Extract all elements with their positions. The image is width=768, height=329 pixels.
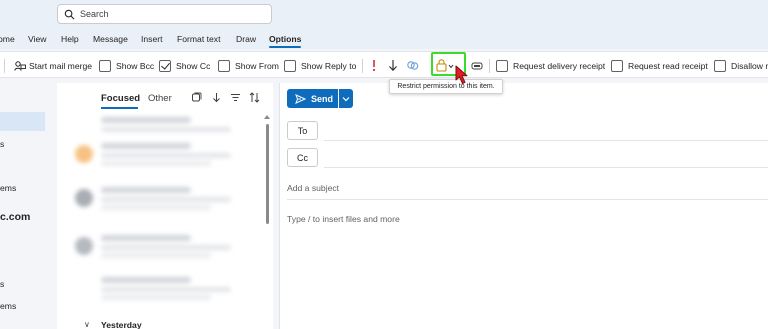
to-label: To [297, 125, 308, 136]
request-delivery-receipt-box[interactable] [496, 59, 508, 72]
tooltip-text: Restrict permission to this item. [397, 83, 495, 90]
cc-field[interactable] [324, 167, 768, 168]
send-options-button[interactable] [339, 89, 353, 108]
request-delivery-receipt-label: Request delivery receipt [513, 60, 606, 71]
send-icon [295, 93, 306, 104]
compose-pane [279, 83, 768, 329]
cc-label: Cc [297, 152, 308, 163]
tab-message[interactable]: Message [93, 34, 128, 44]
show-cc-label: Show Cc [176, 60, 211, 71]
disallow-reactions-box[interactable] [714, 59, 726, 72]
request-read-receipt-box[interactable] [611, 59, 623, 72]
tab-home[interactable]: ome [0, 34, 15, 44]
active-tab-indicator [269, 46, 301, 48]
disallow-reactions-label: Disallow r [731, 60, 768, 71]
folder-item[interactable]: s [0, 139, 4, 149]
to-button[interactable]: To [287, 121, 318, 140]
mail-merge-icon [14, 60, 26, 71]
tab-insert[interactable]: Insert [141, 34, 163, 44]
list-item[interactable] [73, 231, 258, 261]
show-from-checkbox[interactable]: Show From [218, 59, 279, 72]
ribbon-separator [362, 59, 363, 73]
send-label: Send [311, 93, 334, 104]
request-read-receipt-label: Request read receipt [628, 60, 708, 71]
show-bcc-box[interactable] [99, 59, 111, 72]
select-icon[interactable] [191, 92, 202, 103]
scroll-up-arrow[interactable] [264, 115, 270, 119]
tab-view[interactable]: View [28, 34, 46, 44]
encrypt-icon[interactable] [471, 59, 483, 72]
sensitivity-icon[interactable] [406, 59, 419, 72]
focused-tab-indicator [101, 107, 138, 109]
list-item[interactable] [73, 183, 258, 213]
show-reply-to-box[interactable] [284, 59, 296, 72]
request-read-receipt-checkbox[interactable]: Request read receipt [611, 59, 708, 72]
ribbon-separator [4, 59, 5, 73]
show-from-label: Show From [235, 60, 279, 71]
folder-item[interactable]: ems [0, 301, 16, 311]
start-mail-merge-label: Start mail merge [29, 60, 93, 71]
show-cc-checkbox[interactable]: Show Cc [159, 59, 210, 72]
tab-options[interactable]: Options [269, 34, 301, 44]
low-importance-icon[interactable] [388, 59, 398, 72]
options-ribbon: Start mail merge Show Bcc Show Cc Show F… [0, 51, 768, 78]
sort-icon[interactable] [249, 92, 260, 103]
show-bcc-checkbox[interactable]: Show Bcc [99, 59, 154, 72]
folder-item[interactable]: s [0, 279, 4, 289]
message-list-scrollbar[interactable] [266, 124, 269, 224]
show-bcc-label: Show Bcc [116, 60, 155, 71]
folder-item-selected[interactable] [0, 112, 45, 131]
show-from-box[interactable] [218, 59, 230, 72]
tab-help[interactable]: Help [61, 34, 79, 44]
jump-to-icon[interactable] [211, 92, 222, 103]
send-button[interactable]: Send [287, 89, 338, 108]
high-importance-icon[interactable] [370, 59, 378, 72]
show-reply-to-label: Show Reply to [301, 60, 357, 71]
disallow-reactions-checkbox[interactable]: Disallow r [714, 59, 768, 72]
list-item[interactable] [73, 273, 258, 303]
start-mail-merge-button[interactable]: Start mail merge [14, 59, 92, 72]
group-header-yesterday: Yesterday [101, 320, 142, 329]
folder-item[interactable]: ems [0, 183, 16, 193]
account-name[interactable]: c.com [0, 211, 30, 223]
message-list: Focused Other [57, 83, 273, 329]
tooltip: Restrict permission to this item. [389, 79, 503, 94]
tab-other[interactable]: Other [148, 93, 172, 104]
show-cc-box[interactable] [159, 59, 171, 72]
subject-divider [287, 199, 768, 200]
search-icon [64, 9, 75, 19]
search-box[interactable]: Search [57, 4, 272, 24]
ribbon-separator [489, 59, 490, 73]
tab-focused[interactable]: Focused [101, 93, 140, 104]
tab-draw[interactable]: Draw [236, 34, 256, 44]
tab-format-text[interactable]: Format text [177, 34, 220, 44]
chevron-down-icon[interactable]: ∨ [84, 320, 90, 329]
filter-icon[interactable] [230, 92, 241, 103]
message-body[interactable]: Type / to insert files and more [287, 214, 400, 224]
to-field[interactable] [324, 140, 768, 141]
chevron-down-icon [342, 96, 350, 101]
pointer-cursor-icon [455, 65, 468, 84]
subject-field[interactable]: Add a subject [287, 183, 339, 193]
search-placeholder: Search [80, 9, 109, 19]
list-item[interactable] [73, 139, 258, 169]
show-reply-to-checkbox[interactable]: Show Reply to [284, 59, 356, 72]
request-delivery-receipt-checkbox[interactable]: Request delivery receipt [496, 59, 605, 72]
cc-button[interactable]: Cc [287, 148, 318, 167]
